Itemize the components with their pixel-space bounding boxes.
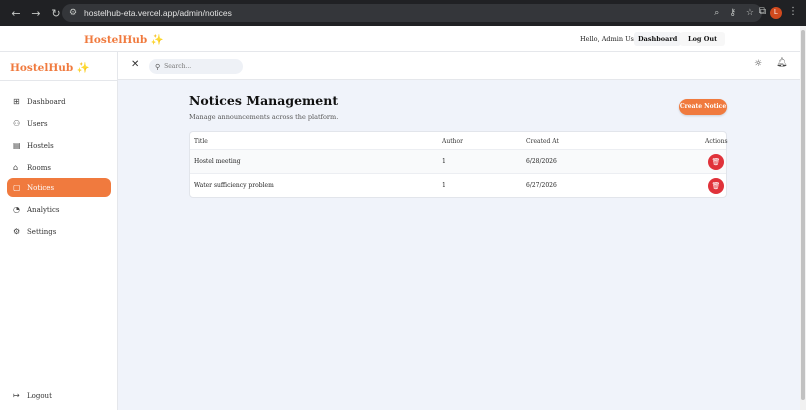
- sidebar-item-hostels[interactable]: ▤ Hostels: [7, 136, 111, 155]
- sidebar-divider: [0, 80, 118, 81]
- sidebar-logout[interactable]: ↦ Logout: [7, 386, 111, 405]
- profile-avatar[interactable]: L: [770, 7, 782, 19]
- table-row: Hostel meeting 1 6/28/2026 🗑︎: [190, 149, 726, 173]
- bookmark-star-icon[interactable]: ☆: [746, 8, 754, 18]
- search-box[interactable]: ⚲: [149, 59, 243, 74]
- table-row: Water sufficiency problem 1 6/27/2026 🗑︎: [190, 173, 726, 197]
- browser-menu-icon[interactable]: ⋮: [788, 6, 798, 17]
- sidebar-item-label: Analytics: [27, 205, 60, 214]
- column-header-actions: Actions: [705, 138, 728, 145]
- pie-chart-icon: ◔: [13, 205, 20, 214]
- page-subtitle: Manage announcements across the platform…: [189, 113, 339, 121]
- sidebar-item-label: Notices: [27, 183, 55, 192]
- close-icon[interactable]: ✕: [131, 59, 139, 70]
- sidebar-item-label: Hostels: [27, 141, 54, 150]
- site-topbar: HostelHub ✨ Hello, Admin User Dashboard …: [0, 26, 800, 52]
- notice-author: 1: [442, 182, 446, 189]
- sidebar-item-label: Settings: [27, 227, 57, 236]
- main-header: ✕ ⚲ ☼ 🔔︎: [118, 52, 800, 80]
- notice-title: Water sufficiency problem: [194, 182, 274, 189]
- forward-icon[interactable]: →: [26, 7, 46, 20]
- notice-title: Hostel meeting: [194, 158, 241, 165]
- trash-icon: 🗑︎: [711, 182, 721, 190]
- sidebar-item-dashboard[interactable]: ⊞ Dashboard: [7, 92, 111, 111]
- topbar-brand[interactable]: HostelHub ✨: [84, 33, 164, 46]
- message-icon: ▢: [13, 183, 21, 192]
- site-info-icon[interactable]: ⚙: [62, 8, 84, 18]
- sidebar-item-settings[interactable]: ⚙ Settings: [7, 222, 111, 241]
- notices-table: Title Author Created At Actions Hostel m…: [189, 131, 728, 198]
- delete-button[interactable]: 🗑︎: [708, 154, 724, 170]
- trash-icon: 🗑︎: [711, 158, 721, 166]
- page-title: Notices Management: [189, 93, 339, 108]
- delete-button[interactable]: 🗑︎: [708, 178, 724, 194]
- address-bar[interactable]: ⚙ hostelhub-eta.vercel.app/admin/notices…: [62, 4, 762, 22]
- omnibox-actions: ⌕ ⚷ ☆: [714, 8, 754, 18]
- url-text[interactable]: hostelhub-eta.vercel.app/admin/notices: [84, 8, 232, 18]
- column-header-title: Title: [194, 138, 208, 145]
- sidebar: HostelHub ✨ ⊞ Dashboard ⚇ Users ▤ Hostel…: [0, 52, 118, 410]
- grid-icon: ⊞: [13, 97, 20, 106]
- extensions-icon[interactable]: ⧉: [759, 6, 766, 17]
- greeting-text: Hello, Admin User: [580, 35, 641, 43]
- sidebar-item-rooms[interactable]: ⌂ Rooms: [7, 158, 111, 177]
- browser-chrome: ← → ↻ ⚙ hostelhub-eta.vercel.app/admin/n…: [0, 0, 806, 26]
- theme-toggle-icon[interactable]: ☼: [754, 59, 762, 69]
- sparkle-icon: ✨: [76, 62, 90, 74]
- sidebar-logout-label: Logout: [27, 391, 52, 400]
- home-icon: ⌂: [13, 163, 19, 172]
- sidebar-item-users[interactable]: ⚇ Users: [7, 114, 111, 133]
- logout-icon: ↦: [13, 391, 20, 400]
- password-key-icon[interactable]: ⚷: [729, 8, 736, 18]
- users-icon: ⚇: [13, 119, 21, 128]
- dashboard-link[interactable]: Dashboard: [634, 32, 682, 46]
- sidebar-item-label: Rooms: [27, 163, 51, 172]
- create-notice-button[interactable]: Create Notice: [679, 99, 727, 115]
- column-header-author: Author: [442, 138, 463, 145]
- gear-icon: ⚙: [13, 227, 21, 236]
- scrollbar-thumb[interactable]: [801, 30, 805, 400]
- building-icon: ▤: [13, 141, 21, 150]
- sidebar-item-analytics[interactable]: ◔ Analytics: [7, 200, 111, 219]
- sidebar-item-label: Users: [27, 119, 48, 128]
- browser-nav: ← → ↻: [0, 7, 66, 20]
- notice-created: 6/27/2026: [526, 182, 557, 189]
- search-icon: ⚲: [155, 62, 161, 71]
- search-input[interactable]: [164, 63, 235, 70]
- page-scrollbar[interactable]: [800, 26, 806, 410]
- column-header-created: Created At: [526, 138, 559, 145]
- sidebar-item-notices[interactable]: ▢ Notices: [7, 178, 111, 197]
- sidebar-item-label: Dashboard: [27, 97, 66, 106]
- logout-button[interactable]: Log Out: [680, 32, 726, 46]
- zoom-icon[interactable]: ⌕: [714, 8, 719, 18]
- sidebar-brand[interactable]: HostelHub ✨: [10, 61, 90, 74]
- bell-icon[interactable]: 🔔︎: [776, 58, 787, 68]
- notice-created: 6/28/2026: [526, 158, 557, 165]
- sparkle-icon: ✨: [150, 34, 164, 46]
- notice-author: 1: [442, 158, 446, 165]
- back-icon[interactable]: ←: [6, 7, 26, 20]
